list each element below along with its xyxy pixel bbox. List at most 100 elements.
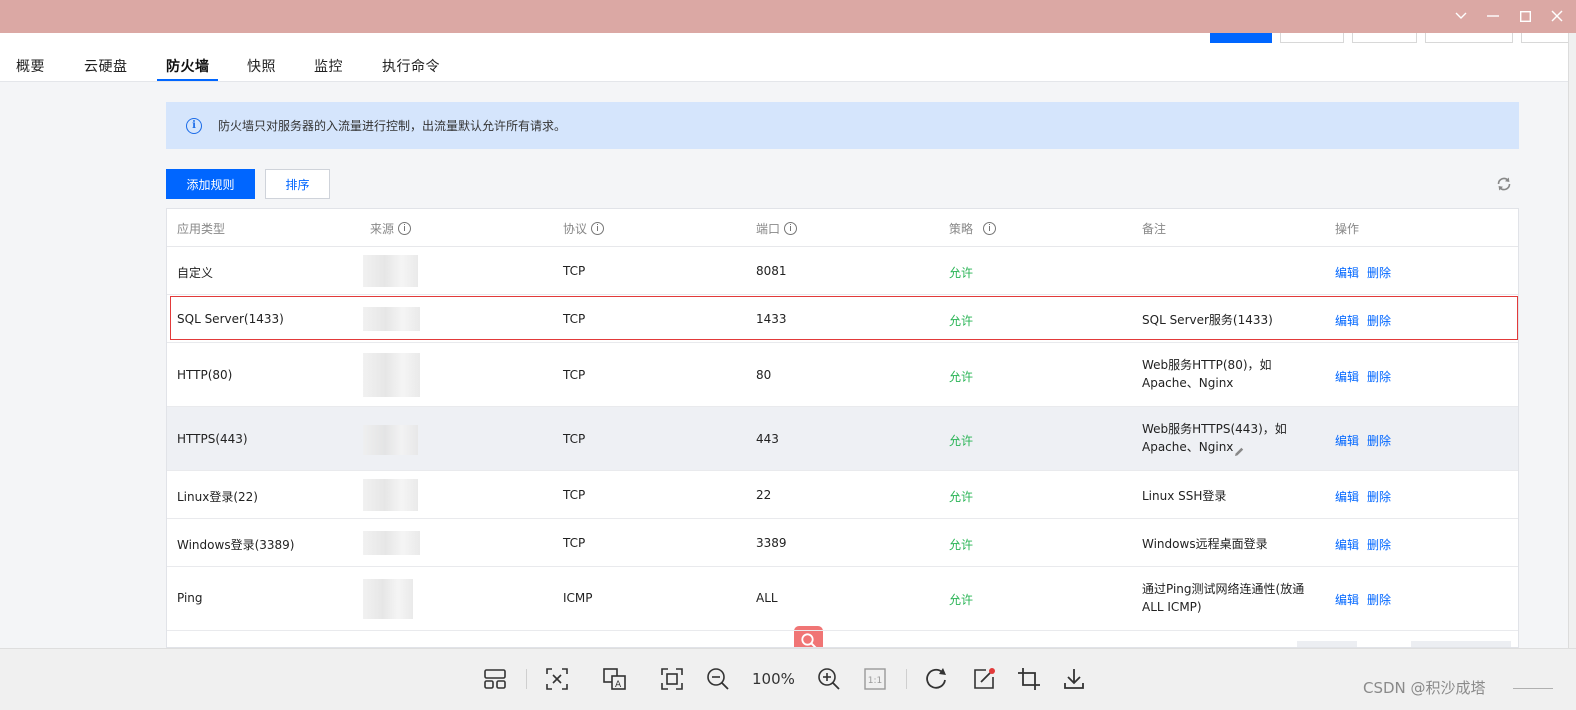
cell-app-type: SQL Server(1433) <box>177 312 284 326</box>
info-banner: i 防火墙只对服务器的入流量进行控制，出流量默认允许所有请求。 <box>166 102 1519 149</box>
annotate-icon[interactable] <box>970 665 998 693</box>
pagination-control[interactable] <box>1411 641 1511 647</box>
header-note: 备注 <box>1142 222 1167 236</box>
fit-window-icon[interactable] <box>543 665 571 693</box>
edit-link[interactable]: 编辑 <box>1335 432 1359 449</box>
edit-link[interactable]: 编辑 <box>1335 264 1359 281</box>
table-row: 自定义 TCP 8081 允许 编辑 删除 <box>167 247 1518 295</box>
tab-monitor[interactable]: 监控 <box>314 56 343 76</box>
delete-link[interactable]: 删除 <box>1367 432 1391 449</box>
edit-link[interactable]: 编辑 <box>1335 536 1359 553</box>
rotate-icon[interactable] <box>923 665 951 693</box>
top-button[interactable] <box>1425 33 1513 43</box>
top-button[interactable] <box>1280 33 1344 43</box>
redacted-source <box>363 579 413 619</box>
cell-note: Linux SSH登录 <box>1142 489 1227 503</box>
help-icon[interactable]: i <box>591 222 605 235</box>
delete-link[interactable]: 删除 <box>1367 488 1391 505</box>
layout-icon[interactable] <box>481 665 509 693</box>
edit-link[interactable]: 编辑 <box>1335 368 1359 385</box>
zoom-in-icon[interactable] <box>815 665 843 693</box>
firewall-rules-table: 应用类型 来源 i 协议 i 端口 i 策略 i 备注 操作 自定义 TCP 8081 … <box>166 208 1519 648</box>
maximize-icon[interactable] <box>1516 6 1534 26</box>
add-rule-button[interactable]: 添加规则 <box>166 169 255 199</box>
delete-link[interactable]: 删除 <box>1367 368 1391 385</box>
cell-note-line2: Apache、Nginx <box>1142 376 1234 390</box>
header-source: 来源 i <box>370 220 412 237</box>
edit-link[interactable]: 编辑 <box>1335 312 1359 329</box>
cell-app-type: HTTP(80) <box>177 368 233 382</box>
zoom-out-icon[interactable] <box>704 665 732 693</box>
pagination-control[interactable] <box>1297 641 1357 647</box>
toolbar-divider <box>906 669 907 689</box>
table-row: Linux登录(22) TCP 22 允许 Linux SSH登录 编辑 删除 <box>167 471 1518 519</box>
delete-link[interactable]: 删除 <box>1367 591 1391 608</box>
sort-button[interactable]: 排序 <box>265 169 330 199</box>
table-row: Windows登录(3389) TCP 3389 允许 Windows远程桌面登… <box>167 519 1518 567</box>
help-icon[interactable]: i <box>784 222 798 235</box>
edit-link[interactable]: 编辑 <box>1335 488 1359 505</box>
download-icon[interactable] <box>1060 665 1088 693</box>
translate-icon[interactable]: A <box>601 665 629 693</box>
help-icon[interactable]: i <box>398 222 412 235</box>
redacted-source <box>363 479 418 511</box>
top-action-buttons <box>1210 33 1571 43</box>
cell-policy: 允许 <box>949 266 974 280</box>
tab-run-command[interactable]: 执行命令 <box>382 56 440 76</box>
banner-text: 防火墙只对服务器的入流量进行控制，出流量默认允许所有请求。 <box>218 119 567 133</box>
delete-link[interactable]: 删除 <box>1367 264 1391 281</box>
cell-port: 3389 <box>756 536 787 550</box>
tab-snapshot[interactable]: 快照 <box>247 56 276 76</box>
zoom-level: 100% <box>752 670 795 688</box>
cell-note: Web服务HTTPS(443)，如 <box>1142 422 1287 436</box>
cell-protocol: TCP <box>563 488 586 502</box>
redacted-source <box>363 307 420 331</box>
info-icon: i <box>186 117 202 134</box>
delete-link[interactable]: 删除 <box>1367 312 1391 329</box>
tab-firewall[interactable]: 防火墙 <box>166 56 210 76</box>
svg-text:A: A <box>615 680 622 690</box>
cell-note: SQL Server服务(1433) <box>1142 313 1273 327</box>
table-row: HTTPS(443) TCP 443 允许 Web服务HTTPS(443)，如 … <box>167 407 1518 647</box>
active-tab-indicator <box>157 79 218 81</box>
tab-overview[interactable]: 概要 <box>16 56 45 76</box>
tab-cloud-disk[interactable]: 云硬盘 <box>84 56 128 76</box>
window-title-bar <box>0 0 1576 33</box>
watermark: CSDN @积沙成塔 <box>1363 679 1486 697</box>
cell-app-type: Windows登录(3389) <box>177 538 295 552</box>
edit-icon[interactable] <box>1233 443 1245 462</box>
cell-policy: 允许 <box>949 370 974 384</box>
cell-policy: 允许 <box>949 434 974 448</box>
delete-link[interactable]: 删除 <box>1367 536 1391 553</box>
cell-port: 22 <box>756 488 772 502</box>
top-button[interactable] <box>1352 33 1417 43</box>
cell-note-line2: Apache、Nginx <box>1142 440 1234 454</box>
close-icon[interactable] <box>1548 6 1566 26</box>
edit-link[interactable]: 编辑 <box>1335 591 1359 608</box>
header-protocol: 协议 i <box>563 220 605 237</box>
image-viewer-toolbar: A 100% 1:1 CSDN @积沙成塔 <box>0 648 1576 710</box>
toolbar-divider <box>526 669 527 689</box>
chevron-down-icon[interactable] <box>1452 6 1470 26</box>
window-right-edge <box>1568 33 1576 648</box>
cell-port: ALL <box>756 591 778 605</box>
cell-protocol: TCP <box>563 368 586 382</box>
cell-port: 80 <box>756 368 772 382</box>
fullscreen-icon[interactable] <box>658 665 686 693</box>
actual-size-label: 1:1 <box>868 676 882 686</box>
top-primary-button[interactable] <box>1210 33 1272 43</box>
crop-icon[interactable] <box>1015 665 1043 693</box>
header-port: 端口 i <box>756 220 798 237</box>
cell-protocol: TCP <box>563 536 586 550</box>
cell-app-type: Ping <box>177 591 203 605</box>
minimize-icon[interactable] <box>1484 6 1502 26</box>
cell-policy: 允许 <box>949 490 974 504</box>
tab-bar: 概要 云硬盘 防火墙 快照 监控 执行命令 <box>0 44 1568 82</box>
help-icon[interactable]: i <box>983 222 997 235</box>
redacted-source <box>363 353 420 397</box>
actual-size-icon[interactable]: 1:1 <box>861 665 889 693</box>
top-button[interactable] <box>1521 33 1571 43</box>
cell-protocol: TCP <box>563 312 586 326</box>
cell-port: 1433 <box>756 312 787 326</box>
refresh-icon[interactable] <box>1495 175 1513 193</box>
